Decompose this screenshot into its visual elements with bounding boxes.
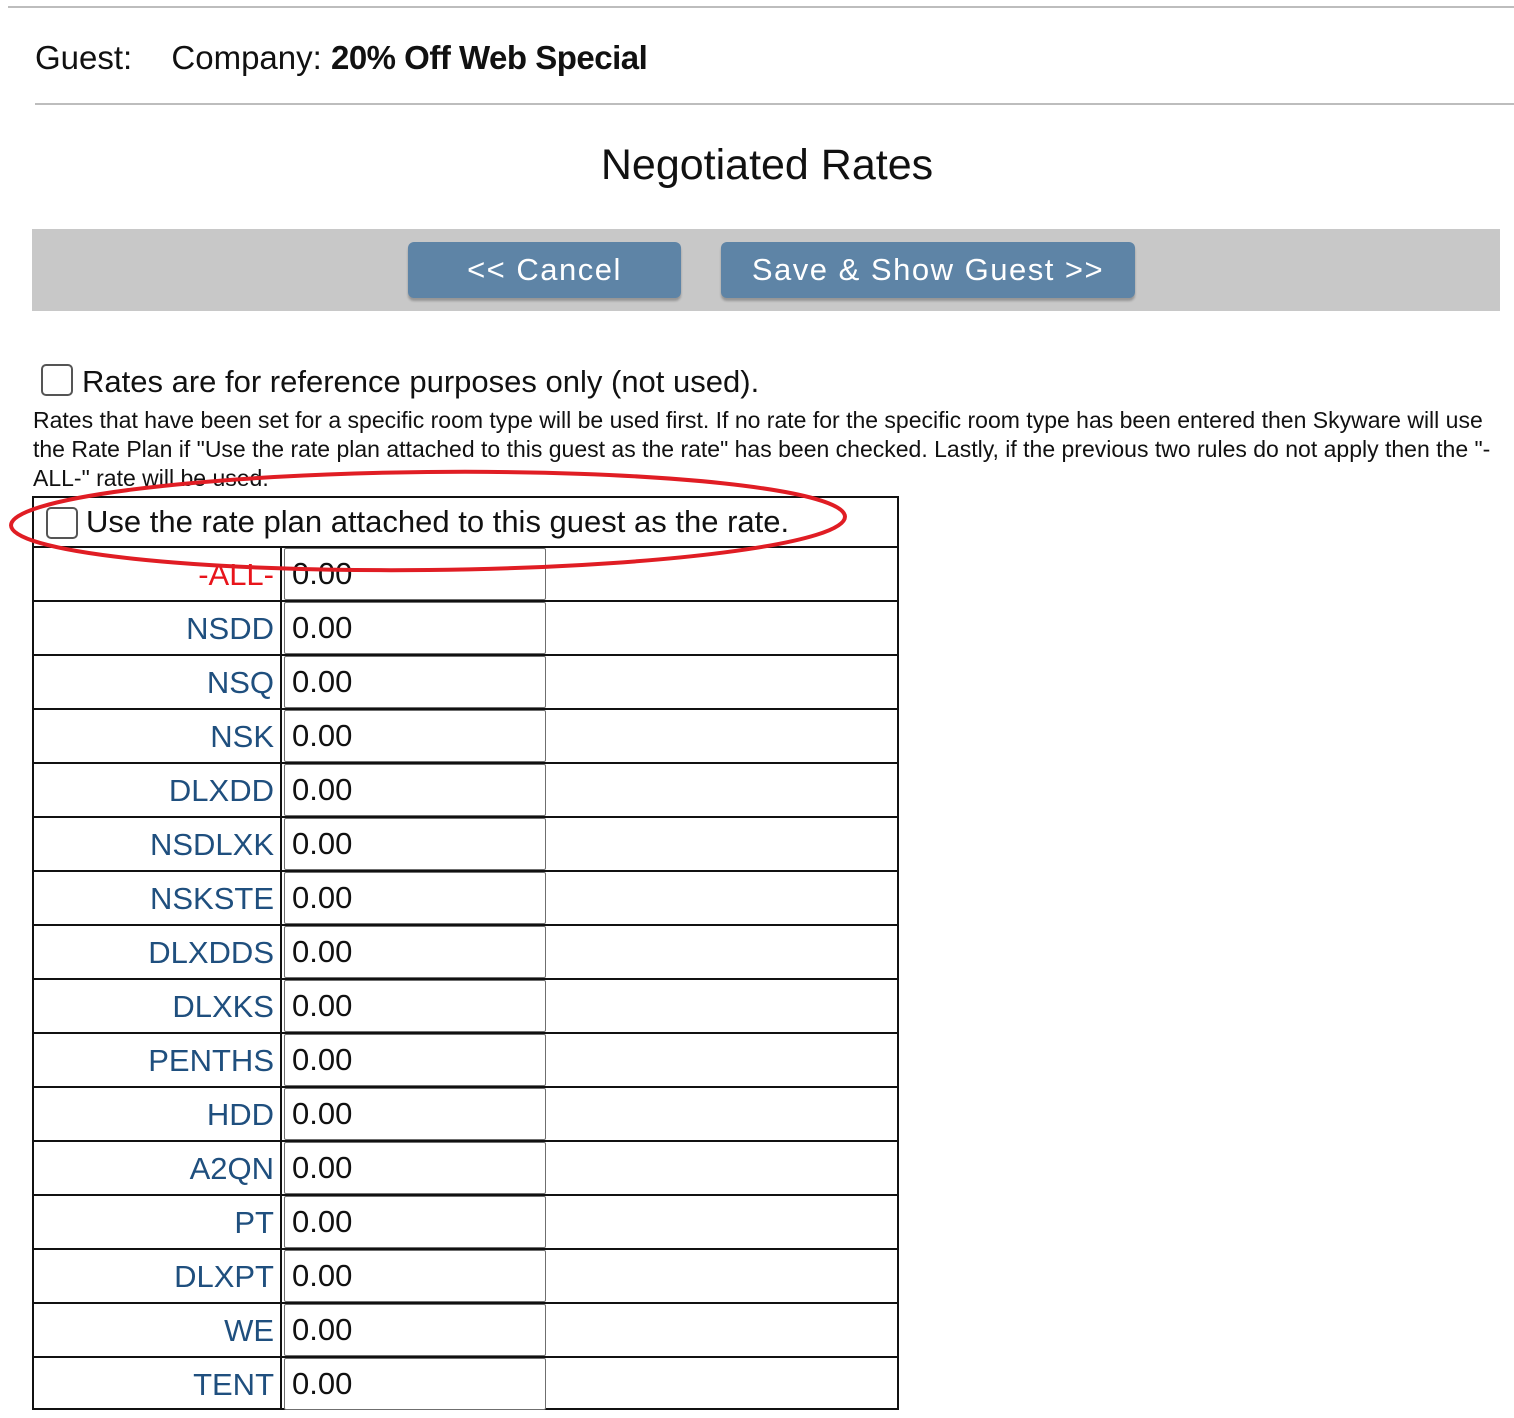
cell-divider — [280, 656, 282, 708]
rate-row: A2QN — [34, 1142, 897, 1196]
cell-divider — [280, 1304, 282, 1356]
rate-input[interactable] — [284, 764, 546, 816]
room-type-code: A2QN — [189, 1151, 274, 1186]
rate-input[interactable] — [284, 1088, 546, 1140]
cell-divider — [280, 818, 282, 870]
cell-divider — [280, 710, 282, 762]
room-type-code: PT — [234, 1205, 274, 1240]
cell-divider — [280, 1034, 282, 1086]
rate-input[interactable] — [284, 602, 546, 654]
rate-row: NSQ — [34, 656, 897, 710]
reference-only-checkbox[interactable] — [41, 364, 73, 396]
room-type-code: DLXKS — [172, 989, 274, 1024]
cell-divider — [280, 548, 282, 600]
rate-input[interactable] — [284, 980, 546, 1032]
room-type-code: NSDLXK — [149, 827, 274, 862]
rate-priority-note: Rates that have been set for a specific … — [33, 407, 1491, 491]
cell-divider — [280, 764, 282, 816]
room-type-code: NSK — [210, 719, 274, 754]
rate-input[interactable] — [284, 1304, 546, 1356]
rate-row: NSDLXK — [34, 818, 897, 872]
room-type-code: NSQ — [206, 665, 274, 700]
room-type-code: DLXDD — [168, 773, 274, 808]
cancel-button[interactable]: << Cancel — [408, 242, 681, 298]
cell-divider — [280, 602, 282, 654]
cell-divider — [280, 1196, 282, 1248]
room-type-code: HDD — [206, 1097, 274, 1132]
cell-divider — [280, 926, 282, 978]
rates-table: Use the rate plan attached to this guest… — [32, 496, 899, 1410]
room-type-code: NSKSTE — [149, 881, 274, 916]
use-rate-plan-checkbox[interactable] — [46, 507, 78, 539]
rate-row: -ALL- — [34, 548, 897, 602]
cell-divider — [280, 980, 282, 1032]
rate-row: DLXPT — [34, 1250, 897, 1304]
top-divider — [8, 6, 1514, 8]
cell-divider — [280, 1142, 282, 1194]
guest-header: Guest: Company: 20% Off Web Special — [35, 36, 648, 80]
rate-row: NSK — [34, 710, 897, 764]
rate-row: PT — [34, 1196, 897, 1250]
use-rate-plan-label: Use the rate plan attached to this guest… — [86, 504, 790, 539]
rate-row: NSDD — [34, 602, 897, 656]
rate-row: DLXKS — [34, 980, 897, 1034]
reference-only-label: Rates are for reference purposes only (n… — [82, 364, 760, 399]
page-title: Negotiated Rates — [600, 141, 934, 189]
use-rate-plan-option: Use the rate plan attached to this guest… — [34, 498, 897, 548]
room-type-code: DLXDDS — [148, 935, 274, 970]
room-type-code: DLXPT — [174, 1259, 274, 1294]
rate-input[interactable] — [284, 548, 546, 600]
rate-row: NSKSTE — [34, 872, 897, 926]
cell-divider — [280, 1088, 282, 1140]
room-type-code: PENTHS — [148, 1043, 274, 1078]
rate-input[interactable] — [284, 1196, 546, 1248]
room-type-code: -ALL- — [198, 557, 274, 592]
action-toolbar: << Cancel Save & Show Guest >> — [32, 229, 1500, 311]
negotiated-rates-page: Guest: Company: 20% Off Web Special Nego… — [0, 0, 1514, 1418]
room-type-code: NSDD — [186, 611, 274, 646]
room-type-code: TENT — [193, 1367, 274, 1402]
cell-divider — [280, 1250, 282, 1302]
guest-label: Guest: — [35, 39, 133, 76]
rate-input[interactable] — [284, 1250, 546, 1302]
room-type-code: WE — [224, 1313, 274, 1348]
rate-row: WE — [34, 1304, 897, 1358]
rate-input[interactable] — [284, 710, 546, 762]
rate-input[interactable] — [284, 818, 546, 870]
rate-input[interactable] — [284, 1358, 546, 1410]
rate-input[interactable] — [284, 872, 546, 924]
rate-input[interactable] — [284, 1142, 546, 1194]
rate-row: TENT — [34, 1358, 897, 1410]
save-show-guest-button[interactable]: Save & Show Guest >> — [721, 242, 1135, 298]
rate-row: DLXDDS — [34, 926, 897, 980]
rate-input[interactable] — [284, 1034, 546, 1086]
rate-input[interactable] — [284, 926, 546, 978]
rate-row: PENTHS — [34, 1034, 897, 1088]
cell-divider — [280, 1358, 282, 1410]
company-label: Company: — [171, 39, 322, 76]
rate-rows: -ALL- NSDD NSQ NSK DLXDD NSDLXK NSKSTE DLXDDS DL… — [34, 548, 897, 1410]
cell-divider — [280, 872, 282, 924]
rate-input[interactable] — [284, 656, 546, 708]
company-name: 20% Off Web Special — [330, 39, 648, 76]
rate-row: DLXDD — [34, 764, 897, 818]
header-divider — [35, 103, 1514, 105]
rate-row: HDD — [34, 1088, 897, 1142]
